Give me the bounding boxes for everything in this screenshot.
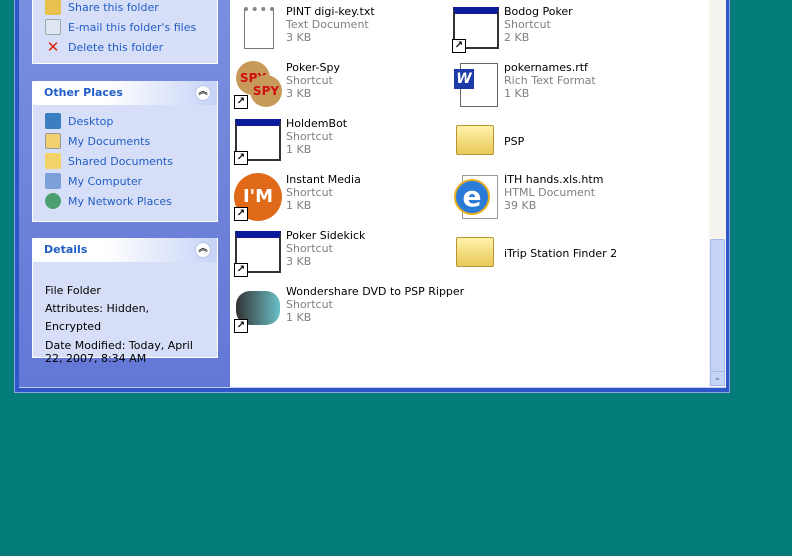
delete-folder-link[interactable]: ✕ Delete this folder [33,37,217,57]
file-size: 2 KB [504,31,530,44]
explorer-window: Share this folder E-mail this folder's f… [14,0,730,393]
details-attributes: Attributes: Hidden, Encrypted [45,302,150,333]
file-type: Shortcut [286,74,333,87]
file-item[interactable]: ↗ Poker Sidekick Shortcut 3 KB [234,229,365,277]
link-label: My Computer [68,174,143,188]
desktop-link[interactable]: Desktop [33,111,217,131]
file-item[interactable]: SPY SPY ↗ Poker-Spy Shortcut 3 KB [234,61,340,109]
details-type: File Folder [45,284,101,297]
share-folder-link[interactable]: Share this folder [33,0,217,17]
my-documents-icon [45,133,61,149]
wondershare-icon: ↗ [234,285,282,333]
shortcut-arrow-icon: ↗ [234,207,248,221]
file-size: 1 KB [286,311,312,324]
file-name: ITH hands.xls.htm [504,173,604,186]
folder-icon [45,153,61,169]
file-name: PINT digi-key.txt [286,5,375,18]
collapse-icon[interactable]: ︽ [195,85,211,101]
file-type: Shortcut [286,298,333,311]
ie-document-icon: e [452,173,500,221]
other-places-panel: Other Places ︽ Desktop My Documents Share… [32,81,218,222]
details-modified: Date Modified: Today, April 22, 2007, 8:… [45,339,193,365]
file-name: Bodog Poker [504,5,573,18]
application-shortcut-icon: ↗ [452,5,500,53]
file-item[interactable]: e ITH hands.xls.htm HTML Document 39 KB [452,173,603,221]
shortcut-arrow-icon: ↗ [452,39,466,53]
file-type: Shortcut [286,242,333,255]
file-size: 3 KB [286,255,312,268]
details-panel: Details ︽ File Folder Attributes: Hidden,… [32,238,218,365]
link-label: E-mail this folder's files [68,20,197,34]
file-item[interactable]: ↗ Bodog Poker Shortcut 2 KB [452,5,573,53]
file-name: Poker Sidekick [286,229,366,242]
folder-item[interactable]: iTrip Station Finder 2 [452,229,617,277]
file-size: 39 KB [504,199,537,212]
file-size: 1 KB [504,87,530,100]
instant-media-icon: I'M ↗ [234,173,282,221]
panel-title: Details [44,243,88,256]
file-size: 3 KB [286,31,312,44]
file-name: HoldemBot [286,117,348,130]
file-type: HTML Document [504,186,596,199]
task-pane: Share this folder E-mail this folder's f… [19,0,230,387]
file-size: 3 KB [286,87,312,100]
file-name: Poker-Spy [286,61,340,74]
scroll-down-button[interactable]: ⌄ [710,371,725,386]
shortcut-arrow-icon: ↗ [234,151,248,165]
folder-icon [452,229,500,277]
file-name: Wondershare DVD to PSP Ripper [286,285,465,298]
file-type: Shortcut [504,18,551,31]
file-name: Instant Media [286,173,361,186]
my-computer-link[interactable]: My Computer [33,171,217,191]
link-label: My Documents [68,134,151,148]
link-label: Share this folder [68,0,159,14]
poker-spy-icon: SPY SPY ↗ [234,61,282,109]
folder-item[interactable]: PSP [452,117,524,165]
file-name: PSP [504,134,525,148]
panel-header[interactable]: Other Places ︽ [33,81,217,105]
file-item[interactable]: ↗ HoldemBot Shortcut 1 KB [234,117,347,165]
vertical-scrollbar[interactable]: ⌄ [709,0,726,387]
file-type: Text Document [286,18,369,31]
my-network-places-link[interactable]: My Network Places [33,191,217,211]
file-type: Rich Text Format [504,74,596,87]
computer-icon [45,173,61,189]
email-files-link[interactable]: E-mail this folder's files [33,17,217,37]
shortcut-arrow-icon: ↗ [234,95,248,109]
application-shortcut-icon: ↗ [234,229,282,277]
file-list: PINT digi-key.txt Text Document 3 KB SPY SP… [230,0,709,387]
link-label: Shared Documents [68,154,173,168]
panel-header[interactable]: Details ︽ [33,238,217,262]
share-folder-icon [45,0,61,15]
network-icon [45,193,61,209]
file-type: Shortcut [286,186,333,199]
shared-documents-link[interactable]: Shared Documents [33,151,217,171]
file-item[interactable]: PINT digi-key.txt Text Document 3 KB [234,5,375,53]
folder-icon [452,117,500,165]
file-type: Shortcut [286,130,333,143]
email-icon [45,19,61,35]
my-documents-link[interactable]: My Documents [33,131,217,151]
application-shortcut-icon: ↗ [234,117,282,165]
text-document-icon [234,5,282,53]
file-name: pokernames.rtf [504,61,588,74]
file-item[interactable]: I'M ↗ Instant Media Shortcut 1 KB [234,173,361,221]
scrollbar-thumb[interactable] [710,239,725,373]
link-label: Desktop [68,114,114,128]
file-size: 1 KB [286,199,312,212]
file-size: 1 KB [286,143,312,156]
file-item[interactable]: Wpokernames.rtf Rich Text Format 1 KB [452,61,596,109]
shortcut-arrow-icon: ↗ [234,263,248,277]
delete-icon: ✕ [46,38,60,56]
link-label: Delete this folder [68,40,164,54]
desktop-icon [45,113,61,129]
shortcut-arrow-icon: ↗ [234,319,248,333]
file-item[interactable]: ↗ Wondershare DVD to PSP Ripper Shortcut 1 … [234,285,464,333]
folder-tasks-panel: Share this folder E-mail this folder's f… [32,0,218,64]
collapse-icon[interactable]: ︽ [195,242,211,258]
file-name: iTrip Station Finder 2 [504,246,618,260]
link-label: My Network Places [68,194,172,208]
panel-title: Other Places [44,86,123,99]
word-document-icon: W [452,61,500,109]
